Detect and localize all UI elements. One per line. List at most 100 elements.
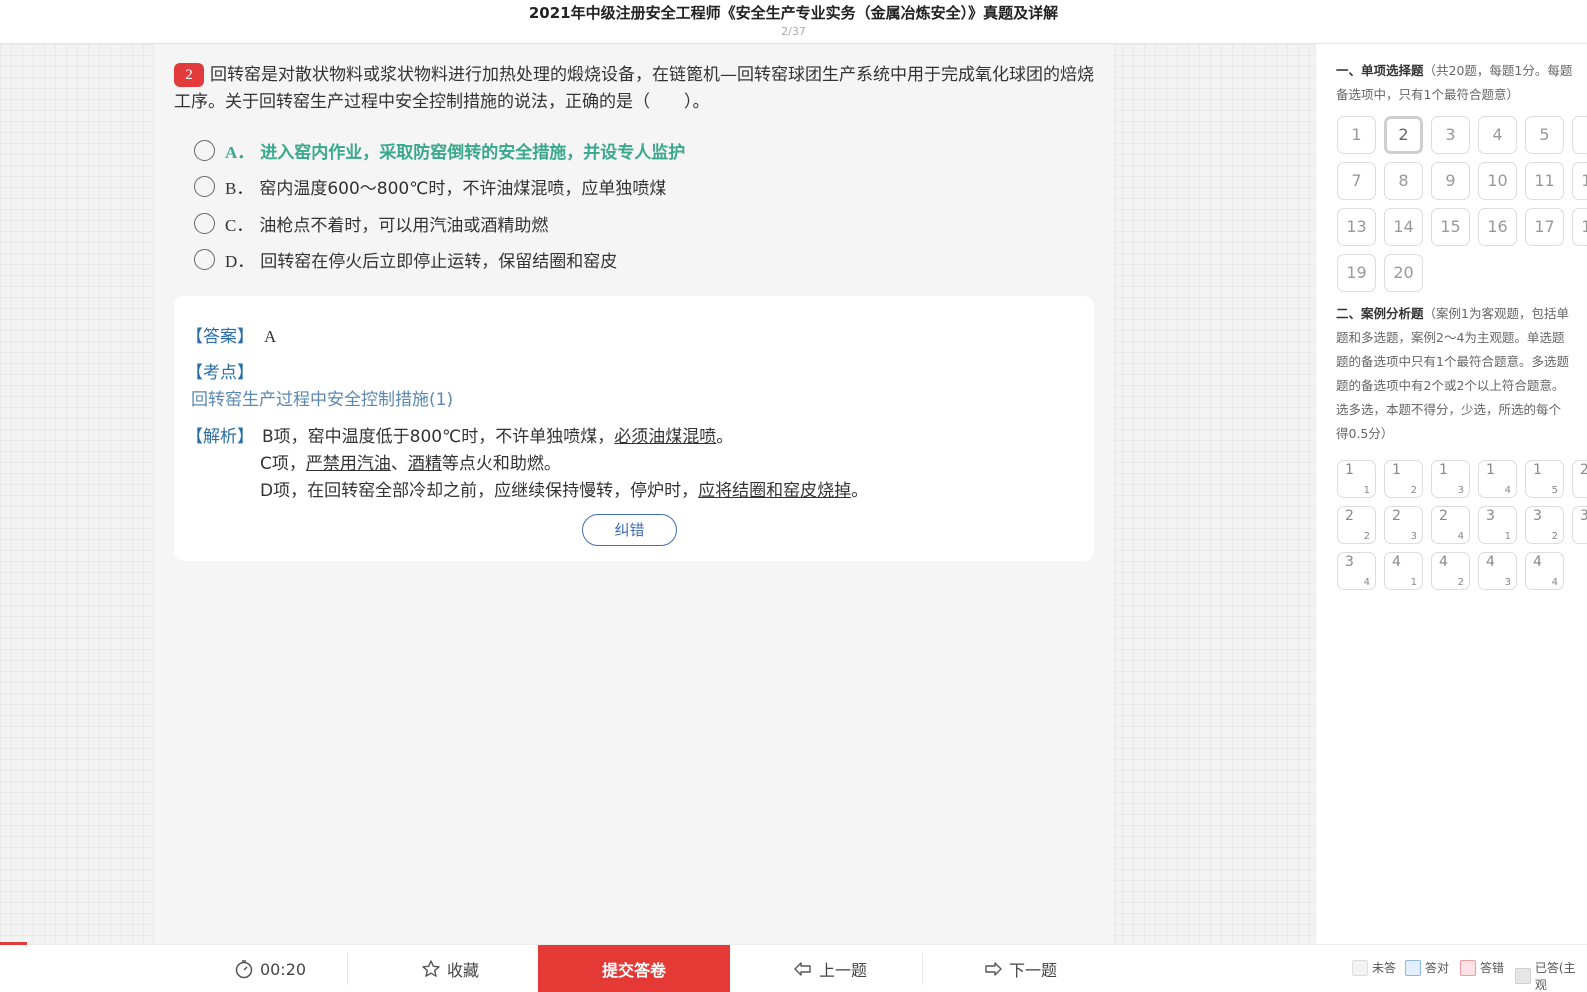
- section1-desc: （共20题，每题1分。每题: [1423, 63, 1573, 78]
- question-cell[interactable]: 16: [1478, 208, 1517, 246]
- question-cell[interactable]: 7: [1337, 162, 1376, 200]
- analysis-line-1: B项，窑中温度低于800℃时，不许单独喷煤，必须油煤混喷。: [262, 424, 733, 450]
- timer: 00:20: [200, 945, 340, 992]
- sub-question-number: 1: [1410, 577, 1417, 588]
- case-question-cell[interactable]: 14: [1478, 460, 1517, 498]
- answer-tag: 【答案】: [186, 327, 254, 347]
- analysis-line-3: D项，在回转窑全部冷却之前，应继续保持慢转，停炉时，应将结圈和窑皮烧掉。: [260, 478, 868, 504]
- option-c[interactable]: C． 油枪点不着时，可以用汽油或酒精助燃: [194, 205, 685, 242]
- sub-question-number: 3: [1457, 485, 1464, 496]
- sub-question-number: 4: [1504, 485, 1511, 496]
- legend-wrong: 答错: [1460, 959, 1504, 976]
- submit-button[interactable]: 提交答卷: [538, 945, 730, 992]
- case-question-cell[interactable]: 33: [1572, 506, 1587, 544]
- option-d[interactable]: D． 回转窑在停火后立即停止运转，保留结圈和窑皮: [194, 242, 685, 279]
- case-question-cell[interactable]: 43: [1478, 552, 1517, 590]
- option-letter: C．: [225, 215, 254, 235]
- radio-icon[interactable]: [194, 176, 215, 198]
- question-cell[interactable]: 2: [1384, 116, 1423, 154]
- case-question-cell[interactable]: 24: [1431, 506, 1470, 544]
- question-cell[interactable]: 15: [1431, 208, 1470, 246]
- next-button[interactable]: 下一题: [950, 945, 1090, 992]
- case-question-cell[interactable]: 23: [1384, 506, 1423, 544]
- question-cell[interactable]: 18: [1572, 208, 1587, 246]
- section2-desc-line: 题的备选项中只有1个最符合题意。多选题: [1336, 354, 1569, 369]
- question-cell[interactable]: 11: [1525, 162, 1564, 200]
- point-link-text[interactable]: 回转窑生产过程中安全控制措施(1): [191, 390, 453, 410]
- sub-question-number: 3: [1410, 531, 1417, 542]
- case-question-cell[interactable]: 15: [1525, 460, 1564, 498]
- section2-desc-line: 选多选，本题不得分，少选，所选的每个: [1336, 402, 1562, 417]
- question-cell[interactable]: 20: [1384, 254, 1423, 292]
- question-panel: 2 回转窑是对散状物料或浆状物料进行加热处理的煅烧设备，在链篦机—回转窑球团生产系…: [154, 44, 1114, 944]
- sub-question-number: 2: [1363, 531, 1370, 542]
- question-cell[interactable]: 6: [1572, 116, 1587, 154]
- case-number: 1: [1345, 462, 1354, 478]
- report-error-button[interactable]: 纠错: [582, 514, 677, 546]
- case-question-cell[interactable]: 41: [1384, 552, 1423, 590]
- prev-label: 上一题: [818, 961, 867, 980]
- case-number: 2: [1392, 508, 1401, 524]
- section1-desc-line2: 备选项中，只有1个最符合题意）: [1336, 87, 1519, 102]
- case-number: 2: [1580, 462, 1587, 478]
- question-cell[interactable]: 5: [1525, 116, 1564, 154]
- question-cell[interactable]: 4: [1478, 116, 1517, 154]
- option-letter: A．: [225, 142, 255, 162]
- case-number: 3: [1345, 554, 1354, 570]
- radio-icon[interactable]: [194, 212, 215, 234]
- analysis-text: D项，在回转窑全部冷却之前，应继续保持慢转，停炉时，: [260, 481, 699, 501]
- timer-value: 00:20: [259, 959, 307, 979]
- question-stem: 2 回转窑是对散状物料或浆状物料进行加热处理的煅烧设备，在链篦机—回转窑球团生产系…: [174, 62, 1094, 116]
- sub-question-number: 2: [1410, 485, 1417, 496]
- analysis-line-2: C项，严禁用汽油、酒精等点火和助燃。: [260, 451, 561, 477]
- case-question-cell[interactable]: 21: [1572, 460, 1587, 498]
- favorite-button[interactable]: 收藏: [380, 945, 520, 992]
- legend-correct: 答对: [1405, 959, 1449, 976]
- case-question-cell[interactable]: 44: [1525, 552, 1564, 590]
- section2-title: 二、案例分析题（案例1为客观题，包括单: [1336, 302, 1587, 326]
- legend-swatch: [1460, 959, 1476, 976]
- radio-icon[interactable]: [194, 249, 215, 271]
- question-cell[interactable]: 17: [1525, 208, 1564, 246]
- sub-question-number: 4: [1363, 577, 1370, 588]
- question-cell[interactable]: 12: [1572, 162, 1587, 200]
- analysis-underline: 必须油煤混喷: [614, 427, 717, 447]
- question-cell[interactable]: 19: [1337, 254, 1376, 292]
- case-question-cell[interactable]: 34: [1337, 552, 1376, 590]
- question-cell[interactable]: 9: [1431, 162, 1470, 200]
- case-question-cell[interactable]: 42: [1431, 552, 1470, 590]
- case-question-cell[interactable]: 12: [1384, 460, 1423, 498]
- question-cell[interactable]: 1: [1337, 116, 1376, 154]
- question-cell[interactable]: 13: [1337, 208, 1376, 246]
- legend-label: 答对: [1425, 961, 1450, 975]
- point-link[interactable]: 回转窑生产过程中安全控制措施(1): [191, 387, 453, 413]
- divider: [347, 953, 348, 985]
- question-cell[interactable]: 14: [1384, 208, 1423, 246]
- option-text: 回转窑在停火后立即停止运转，保留结圈和窑皮: [260, 252, 618, 273]
- case-number: 4: [1486, 554, 1495, 570]
- sub-question-number: 5: [1551, 485, 1558, 496]
- sub-question-number: 2: [1551, 531, 1558, 542]
- case-question-cell[interactable]: 22: [1337, 506, 1376, 544]
- case-number: 1: [1392, 462, 1401, 478]
- question-cell[interactable]: 10: [1478, 162, 1517, 200]
- case-question-cell[interactable]: 13: [1431, 460, 1470, 498]
- option-a[interactable]: A． 进入窑内作业，采取防窑倒转的安全措施，并设专人监护: [194, 132, 685, 169]
- case-question-cell[interactable]: 32: [1525, 506, 1564, 544]
- option-b[interactable]: B． 窑内温度600～800℃时，不许油煤混喷，应单独喷煤: [194, 169, 685, 206]
- analysis-text: 等点火和助燃。: [441, 454, 561, 474]
- star-icon: [422, 960, 440, 977]
- legend-swatch: [1352, 959, 1368, 976]
- radio-icon[interactable]: [194, 139, 215, 161]
- case-question-cell[interactable]: 11: [1337, 460, 1376, 498]
- sub-question-number: 4: [1457, 531, 1464, 542]
- question-cell[interactable]: 8: [1384, 162, 1423, 200]
- legend-label: 答错: [1480, 961, 1505, 975]
- arrow-right-icon: [985, 962, 1002, 976]
- case-question-cell[interactable]: 31: [1478, 506, 1517, 544]
- progress-indicator: [0, 942, 27, 945]
- option-text: 窑内温度600～800℃时，不许油煤混喷，应单独喷煤: [259, 179, 667, 200]
- point-tag: 【考点】: [186, 363, 254, 383]
- question-cell[interactable]: 3: [1431, 116, 1470, 154]
- prev-button[interactable]: 上一题: [760, 945, 900, 992]
